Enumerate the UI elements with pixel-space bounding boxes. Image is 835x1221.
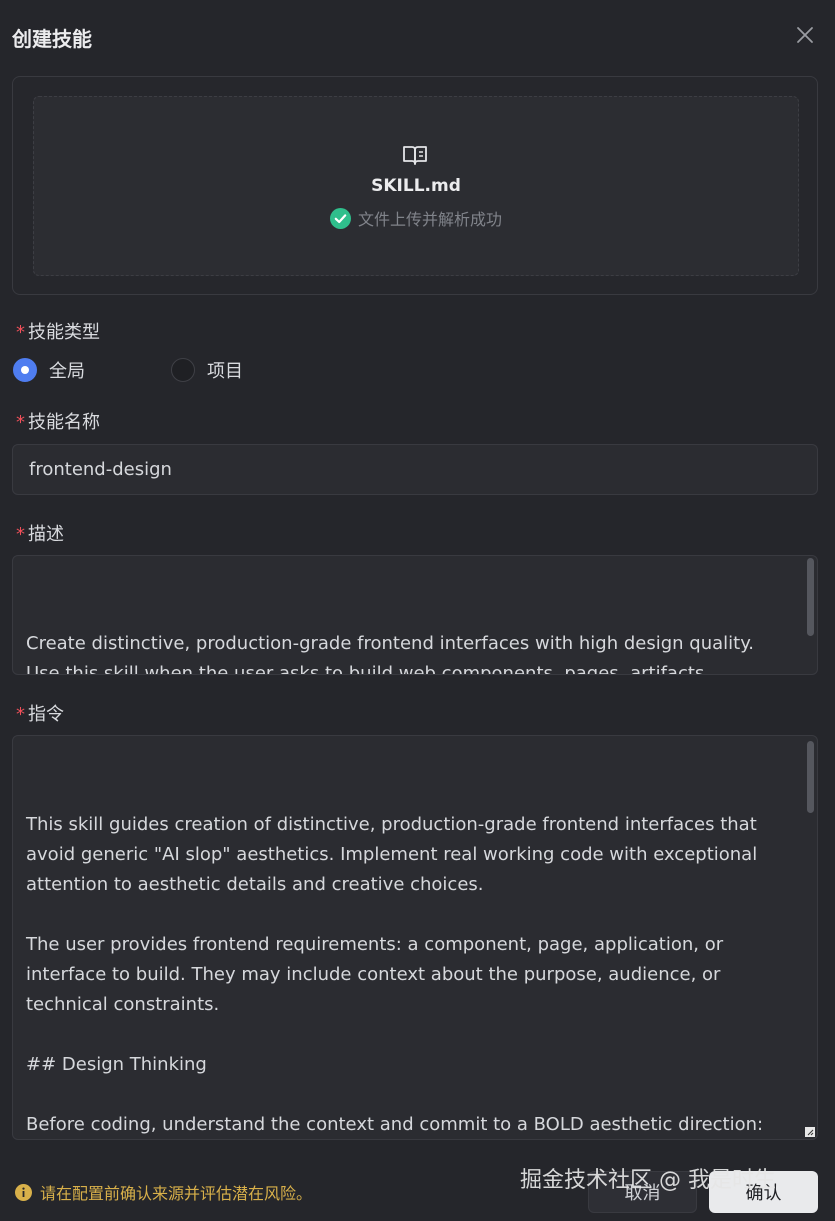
radio-project-label: 项目 [207,361,243,382]
book-icon [402,142,430,168]
upload-status: 文件上传并解析成功 [329,206,502,230]
required-mark: * [16,322,25,343]
radio-global[interactable]: 全局 [13,357,85,383]
required-mark: * [16,704,25,725]
resize-handle-icon[interactable] [805,1127,815,1137]
risk-warning-text: 请在配置前确认来源并评估潜在风险。 [40,1184,313,1203]
instructions-scrollbar[interactable] [807,741,814,813]
upload-panel: SKILL.md 文件上传并解析成功 [12,76,818,295]
skill-type-radio-group: 全局 项目 [13,357,267,383]
description-scrollbar[interactable] [807,558,814,636]
skill-type-label-text: 技能类型 [28,322,100,343]
description-label-text: 描述 [28,524,64,545]
required-mark: * [16,524,25,545]
success-check-icon [329,207,351,229]
instructions-label: * 指令 [16,700,64,726]
required-mark: * [16,412,25,433]
dialog-title: 创建技能 [12,27,92,51]
radio-global-label: 全局 [49,361,85,382]
close-icon [797,27,813,43]
description-text: Create distinctive, production-grade fro… [26,633,755,675]
radio-global-indicator[interactable] [13,358,37,382]
upload-status-text: 文件上传并解析成功 [357,210,502,229]
close-button[interactable] [790,20,820,50]
skill-name-input[interactable]: frontend-design [12,444,818,495]
skill-type-label: * 技能类型 [16,318,100,344]
upload-dropzone[interactable]: SKILL.md 文件上传并解析成功 [33,96,799,276]
cancel-button[interactable]: 取消 [588,1171,697,1213]
instructions-textarea[interactable]: This skill guides creation of distinctiv… [12,735,818,1140]
description-label: * 描述 [16,520,64,546]
uploaded-file-name: SKILL.md [371,176,461,196]
radio-project[interactable]: 项目 [171,357,243,383]
info-icon [15,1183,32,1201]
instructions-label-text: 指令 [28,704,64,725]
skill-name-label: * 技能名称 [16,408,100,434]
description-textarea[interactable]: Create distinctive, production-grade fro… [12,555,818,675]
skill-name-label-text: 技能名称 [28,412,100,433]
risk-warning: 请在配置前确认来源并评估潜在风险。 [15,1180,312,1204]
radio-project-indicator[interactable] [171,358,195,382]
instructions-text: This skill guides creation of distinctiv… [26,814,764,1135]
confirm-button[interactable]: 确认 [709,1171,818,1213]
